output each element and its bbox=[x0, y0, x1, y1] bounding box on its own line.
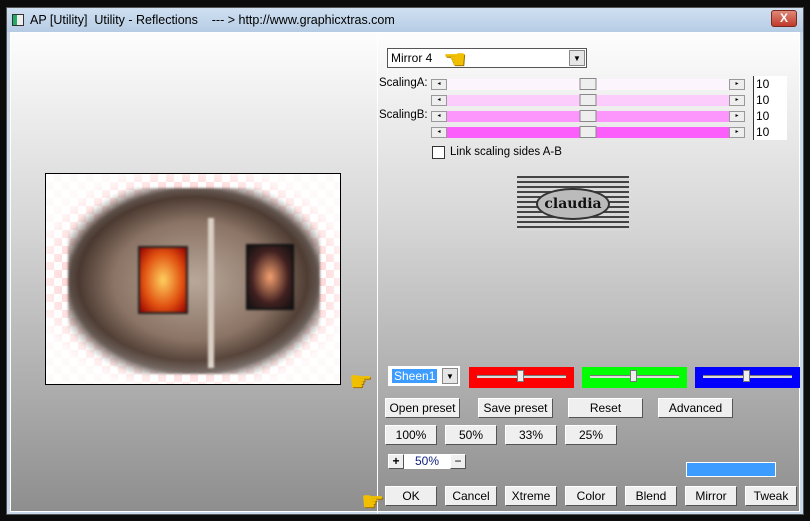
zoom-out-button[interactable]: − bbox=[450, 454, 466, 469]
red-slider[interactable] bbox=[469, 367, 574, 388]
zoom-in-button[interactable]: + bbox=[388, 454, 404, 469]
pointing-hand-icon: ☛ bbox=[361, 486, 385, 516]
arrow-right-icon[interactable]: ▸ bbox=[729, 111, 745, 122]
slider-label: ScalingB: bbox=[379, 109, 428, 121]
slider-value[interactable]: 10 bbox=[753, 108, 787, 124]
pointing-hand-icon: ☛ bbox=[349, 366, 373, 396]
link-scaling-checkbox[interactable] bbox=[432, 146, 445, 159]
slider-thumb[interactable] bbox=[517, 370, 525, 382]
tweak-button[interactable]: Tweak bbox=[745, 486, 797, 506]
blue-slider[interactable] bbox=[695, 367, 800, 388]
color-swatch[interactable] bbox=[686, 462, 776, 477]
mirror-button[interactable]: Mirror bbox=[685, 486, 737, 506]
33--button[interactable]: 33% bbox=[505, 425, 557, 445]
claudia-logo: claudia bbox=[517, 176, 629, 231]
slider-thumb[interactable] bbox=[743, 370, 751, 382]
scaling-slider[interactable]: ◂ ▸ bbox=[431, 94, 745, 106]
mode-select-value: Mirror 4 bbox=[391, 51, 433, 65]
app-icon bbox=[12, 14, 24, 26]
window-title: AP [Utility] Utility - Reflections --- >… bbox=[30, 13, 395, 27]
open-preset-button[interactable]: Open preset bbox=[385, 398, 460, 418]
dialog-body: Mirror 4 ▼ ☚ ScalingA: ◂ ▸ 10 ◂ ▸ 10 Scalin… bbox=[10, 32, 800, 516]
save-preset-button[interactable]: Save preset bbox=[478, 398, 553, 418]
mode-select[interactable]: Mirror 4 ▼ bbox=[387, 48, 587, 68]
close-button[interactable]: X bbox=[771, 10, 797, 27]
arrow-right-icon[interactable]: ▸ bbox=[729, 95, 745, 106]
green-slider[interactable] bbox=[582, 367, 687, 388]
slider-label: ScalingA: bbox=[379, 77, 428, 89]
scaling-slider[interactable]: ◂ ▸ bbox=[431, 78, 745, 90]
reset-button[interactable]: Reset bbox=[568, 398, 643, 418]
chevron-down-icon[interactable]: ▼ bbox=[442, 368, 458, 384]
slider-thumb[interactable] bbox=[579, 94, 597, 106]
preset-select-value: Sheen1 bbox=[392, 369, 438, 383]
25--button[interactable]: 25% bbox=[565, 425, 617, 445]
slider-value[interactable]: 10 bbox=[753, 76, 787, 92]
slider-thumb[interactable] bbox=[579, 110, 597, 122]
zoom-value: 50% bbox=[404, 454, 450, 469]
scaling-slider[interactable]: ◂ ▸ bbox=[431, 110, 745, 122]
50--button[interactable]: 50% bbox=[445, 425, 497, 445]
pointing-hand-icon: ☚ bbox=[443, 44, 467, 74]
title-bar: AP [Utility] Utility - Reflections --- >… bbox=[7, 8, 803, 32]
blend-button[interactable]: Blend bbox=[625, 486, 677, 506]
slider-value[interactable]: 10 bbox=[753, 92, 787, 108]
arrow-left-icon[interactable]: ◂ bbox=[431, 95, 447, 106]
ok-button[interactable]: OK bbox=[385, 486, 437, 506]
divider bbox=[377, 33, 378, 513]
arrow-left-icon[interactable]: ◂ bbox=[431, 127, 447, 138]
advanced-button[interactable]: Advanced bbox=[658, 398, 733, 418]
100--button[interactable]: 100% bbox=[385, 425, 437, 445]
link-scaling-label: Link scaling sides A-B bbox=[450, 146, 562, 158]
preview-image bbox=[45, 173, 341, 385]
xtreme-button[interactable]: Xtreme bbox=[505, 486, 557, 506]
cancel-button[interactable]: Cancel bbox=[445, 486, 497, 506]
arrow-left-icon[interactable]: ◂ bbox=[431, 111, 447, 122]
slider-thumb[interactable] bbox=[630, 370, 638, 382]
color-button[interactable]: Color bbox=[565, 486, 617, 506]
arrow-left-icon[interactable]: ◂ bbox=[431, 79, 447, 90]
slider-thumb[interactable] bbox=[579, 78, 597, 90]
plugin-window: AP [Utility] Utility - Reflections --- >… bbox=[6, 7, 804, 515]
scaling-slider[interactable]: ◂ ▸ bbox=[431, 126, 745, 138]
slider-thumb[interactable] bbox=[579, 126, 597, 138]
chevron-down-icon[interactable]: ▼ bbox=[569, 50, 585, 66]
slider-value[interactable]: 10 bbox=[753, 124, 787, 140]
arrow-right-icon[interactable]: ▸ bbox=[729, 127, 745, 138]
arrow-right-icon[interactable]: ▸ bbox=[729, 79, 745, 90]
preset-select[interactable]: Sheen1 ▼ bbox=[388, 366, 460, 386]
